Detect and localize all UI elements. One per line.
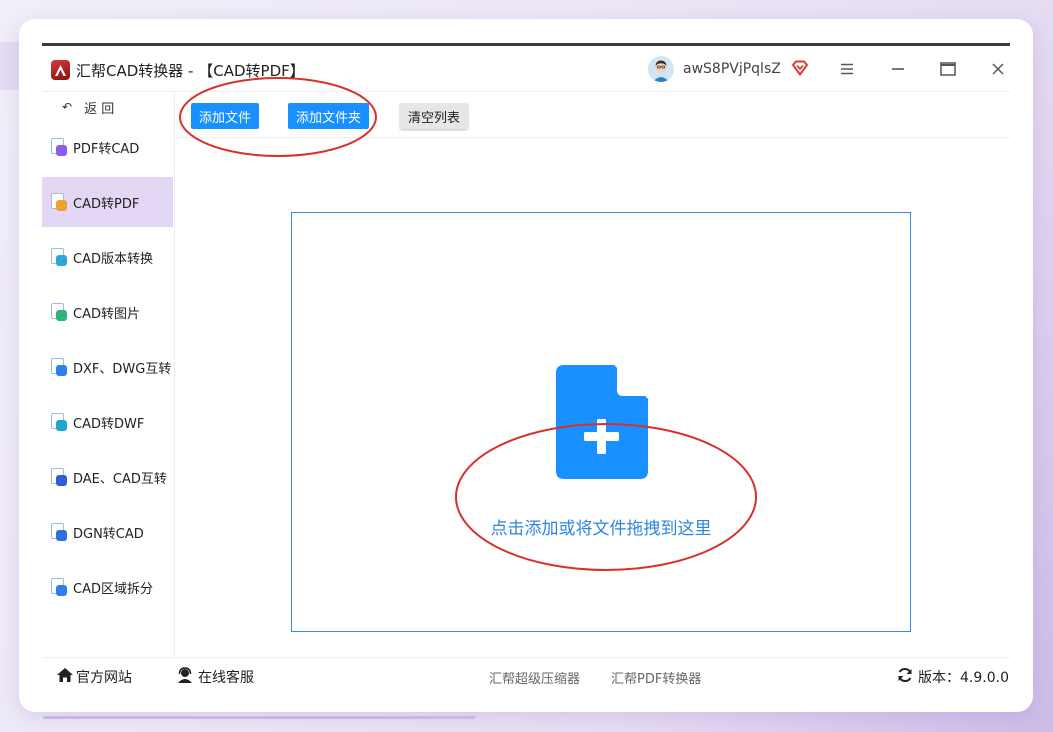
add-folder-button[interactable]: 添加文件夹 xyxy=(288,103,370,129)
menu-icon[interactable] xyxy=(835,57,859,81)
version-info[interactable]: 版本：4.9.0.0 xyxy=(897,667,1009,687)
bottom-strip xyxy=(43,716,475,719)
back-arrow-icon: ↶ xyxy=(62,100,73,114)
sidebar-item-dgn-to-cad[interactable]: DGN转CAD xyxy=(42,507,173,557)
support-agent-icon xyxy=(176,667,194,687)
sidebar-item-pdf-to-cad[interactable]: PDF转CAD xyxy=(42,122,173,172)
sidebar-item-label: DGN转CAD xyxy=(73,526,144,542)
file-drop-zone[interactable]: 点击添加或将文件拖拽到这里 xyxy=(291,212,911,632)
sidebar-item-label: CAD区域拆分 xyxy=(73,581,153,597)
dxf-dwg-icon xyxy=(49,357,68,377)
cad-to-image-icon xyxy=(49,302,68,322)
home-icon xyxy=(56,667,74,687)
sidebar-item-label: CAD转图片 xyxy=(73,306,140,322)
sidebar-item-dae-cad[interactable]: DAE、CAD互转 xyxy=(42,452,173,502)
title-bar: 汇帮CAD转换器 - 【CAD转PDF】 awS8PVjPqlsZ xyxy=(42,46,1010,92)
sidebar-item-cad-to-image[interactable]: CAD转图片 xyxy=(42,287,173,337)
super-compressor-link[interactable]: 汇帮超级压缩器 xyxy=(489,668,580,687)
username[interactable]: awS8PVjPqlsZ xyxy=(683,61,781,77)
close-icon[interactable] xyxy=(986,57,1010,81)
app-window: 汇帮CAD转换器 - 【CAD转PDF】 awS8PVjPqlsZ ↶ 返 回 … xyxy=(42,43,1010,690)
toolbar: 添加文件 添加文件夹 清空列表 xyxy=(176,92,1010,138)
sidebar-item-cad-to-pdf[interactable]: CAD转PDF xyxy=(42,177,173,227)
dae-cad-icon xyxy=(49,467,68,487)
official-website-link[interactable]: 官方网站 xyxy=(56,667,132,687)
sidebar-item-cad-to-dwf[interactable]: CAD转DWF xyxy=(42,397,173,447)
avatar[interactable] xyxy=(648,56,674,82)
sidebar-item-label: DAE、CAD互转 xyxy=(73,471,167,487)
sidebar-item-cad-split[interactable]: CAD区域拆分 xyxy=(42,562,173,612)
footer: 官方网站 在线客服 汇帮超级压缩器 汇帮PDF转换器 版本：4.9.0.0 xyxy=(42,657,1010,690)
dgn-to-cad-icon xyxy=(49,522,68,542)
maximize-icon[interactable] xyxy=(936,57,960,81)
refresh-icon[interactable] xyxy=(897,667,913,687)
vip-diamond-icon[interactable] xyxy=(791,60,809,76)
back-button[interactable]: ↶ 返 回 xyxy=(62,96,114,118)
add-file-button[interactable]: 添加文件 xyxy=(191,103,260,129)
cad-version-icon xyxy=(49,247,68,267)
pdf-converter-link[interactable]: 汇帮PDF转换器 xyxy=(611,668,701,687)
drop-zone-text: 点击添加或将文件拖拽到这里 xyxy=(490,519,712,539)
sidebar-item-label: PDF转CAD xyxy=(73,141,140,157)
back-label: 返 回 xyxy=(84,101,115,117)
app-logo-icon xyxy=(51,60,70,80)
sidebar-item-label: CAD转DWF xyxy=(73,416,145,432)
online-support-link[interactable]: 在线客服 xyxy=(176,667,254,687)
sidebar-item-cad-version[interactable]: CAD版本转换 xyxy=(42,232,173,282)
window-title: 汇帮CAD转换器 - 【CAD转PDF】 xyxy=(76,62,305,80)
sidebar-item-label: CAD版本转换 xyxy=(73,251,153,267)
sidebar-item-label: CAD转PDF xyxy=(73,196,140,212)
cad-split-icon xyxy=(49,577,68,597)
cad-to-dwf-icon xyxy=(49,412,68,432)
sidebar: ↶ 返 回 PDF转CAD CAD转PDF CAD版本转换 CAD转图片 DXF… xyxy=(42,92,175,657)
clear-list-button[interactable]: 清空列表 xyxy=(400,103,469,129)
sidebar-item-label: DXF、DWG互转 xyxy=(73,361,172,377)
pdf-to-cad-icon xyxy=(49,137,68,157)
file-add-icon[interactable] xyxy=(556,365,648,479)
minimize-icon[interactable] xyxy=(886,57,910,81)
cad-to-pdf-icon xyxy=(49,192,68,212)
sidebar-item-dxf-dwg[interactable]: DXF、DWG互转 xyxy=(42,342,173,392)
